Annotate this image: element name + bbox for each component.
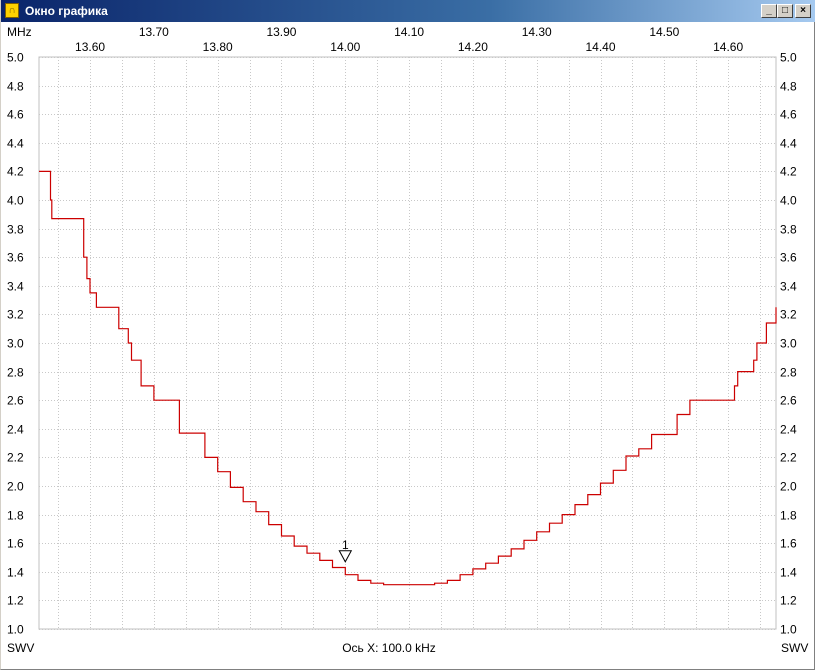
swr-chart[interactable]: 5.0 5.0 4.8 4.8 4.6 4.6 4.4 4.4 4.2 4.2 4.0 4.0 3.8 3… — [1, 22, 815, 669]
y-tick-label-left: 4.6 — [7, 108, 24, 122]
y-tick-label-left: 1.4 — [7, 566, 24, 580]
y-tick-label-right: 2.8 — [780, 366, 797, 380]
y-tick-label-left: 2.6 — [7, 394, 24, 408]
y-tick-label-left: 5.0 — [7, 51, 24, 65]
y-tick-label-right: 2.2 — [780, 451, 797, 465]
y-label-right: SWV — [781, 641, 808, 655]
y-tick-label-left: 1.6 — [7, 537, 24, 551]
y-tick-label-left: 4.8 — [7, 80, 24, 94]
x-tick-label: 13.70 — [139, 25, 169, 39]
y-tick-label-right: 5.0 — [780, 51, 797, 65]
x-tick-label: 14.30 — [522, 25, 552, 39]
y-tick-label-left: 3.6 — [7, 251, 24, 265]
x-tick-label: 14.00 — [330, 40, 360, 54]
y-tick-label-right: 3.4 — [780, 280, 797, 294]
y-tick-label-right: 1.8 — [780, 509, 797, 523]
title-bar[interactable]: ∩ Окно графика _ □ × — [1, 0, 815, 22]
x-tick-label: 14.60 — [713, 40, 743, 54]
y-tick-label-left: 1.8 — [7, 509, 24, 523]
x-axis-caption: Ось X: 100.0 kHz — [342, 641, 436, 655]
y-tick-label-right: 4.4 — [780, 137, 797, 151]
x-tick-label: 14.20 — [458, 40, 488, 54]
y-tick-label-right: 3.0 — [780, 337, 797, 351]
x-tick-label: 14.40 — [586, 40, 616, 54]
x-tick-label: 13.60 — [75, 40, 105, 54]
window-title: Окно графика — [25, 4, 108, 18]
y-tick-label-right: 3.8 — [780, 223, 797, 237]
y-tick-label-right: 4.6 — [780, 108, 797, 122]
y-tick-label-left: 2.8 — [7, 366, 24, 380]
y-tick-label-left: 4.2 — [7, 165, 24, 179]
grid-layer — [38, 56, 777, 630]
y-tick-label-left: 3.8 — [7, 223, 24, 237]
y-tick-label-right: 1.0 — [780, 623, 797, 637]
y-tick-label-right: 1.2 — [780, 594, 797, 608]
y-tick-label-right: 2.0 — [780, 480, 797, 494]
series-layer — [39, 170, 777, 586]
swr-series-line — [39, 170, 777, 586]
x-unit-label: MHz — [7, 25, 32, 39]
minimize-button[interactable]: _ — [761, 4, 777, 18]
chart-window: ∩ Окно графика _ □ × 5.0 5.0 4.8 4.8 4.6 4.6 4… — [0, 0, 815, 670]
y-tick-label-right: 4.0 — [780, 194, 797, 208]
marker-layer[interactable]: 1 — [338, 538, 353, 563]
y-tick-label-right: 3.6 — [780, 251, 797, 265]
y-tick-label-left: 2.0 — [7, 480, 24, 494]
y-tick-label-left: 1.2 — [7, 594, 24, 608]
y-tick-label-right: 4.2 — [780, 165, 797, 179]
y-tick-label-left: 1.0 — [7, 623, 24, 637]
y-tick-label-left: 3.0 — [7, 337, 24, 351]
y-tick-label-left: 3.4 — [7, 280, 24, 294]
close-button[interactable]: × — [795, 4, 811, 18]
x-tick-label: 13.90 — [266, 25, 296, 39]
axis-layer: 5.0 5.0 4.8 4.8 4.6 4.6 4.4 4.4 4.2 4.2 4.0 4.0 3.8 3… — [7, 25, 797, 637]
y-tick-label-right: 4.8 — [780, 80, 797, 94]
y-tick-label-left: 4.4 — [7, 137, 24, 151]
marker-triangle — [338, 550, 353, 563]
y-tick-label-left: 4.0 — [7, 194, 24, 208]
y-tick-label-left: 2.4 — [7, 423, 24, 437]
y-tick-label-right: 1.4 — [780, 566, 797, 580]
y-tick-label-right: 3.2 — [780, 308, 797, 322]
maximize-button[interactable]: □ — [777, 4, 793, 18]
y-tick-label-left: 3.2 — [7, 308, 24, 322]
y-tick-label-right: 2.6 — [780, 394, 797, 408]
y-tick-label-right: 1.6 — [780, 537, 797, 551]
plot-frame — [38, 56, 777, 630]
y-label-left: SWV — [7, 641, 34, 655]
x-tick-label: 14.50 — [649, 25, 679, 39]
marker-label: 1 — [342, 538, 349, 552]
chart-app-icon: ∩ — [5, 3, 19, 18]
y-tick-label-right: 2.4 — [780, 423, 797, 437]
y-tick-label-left: 2.2 — [7, 451, 24, 465]
x-tick-label: 14.10 — [394, 25, 424, 39]
x-tick-label: 13.80 — [203, 40, 233, 54]
